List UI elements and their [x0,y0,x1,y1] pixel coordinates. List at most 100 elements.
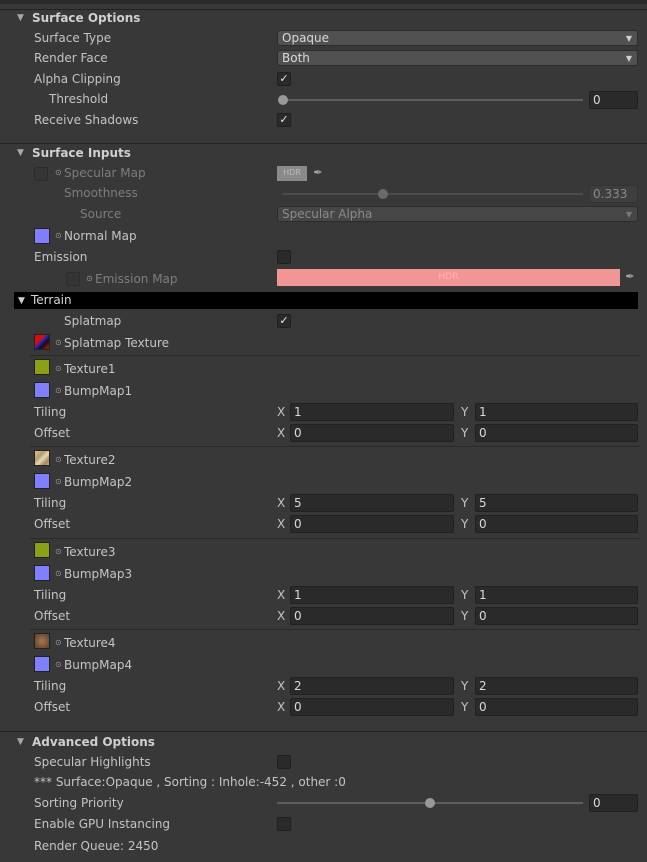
tiling-label: Tiling [34,588,67,602]
smoothness-label: Smoothness [64,186,138,200]
checkmark-icon: ✓ [279,113,289,126]
texture-label: Texture1 [64,362,116,376]
source-dropdown[interactable]: Specular Alpha ▼ [277,206,638,222]
texture-thumbnail[interactable] [34,450,50,466]
tiling-x-input[interactable]: 1 [290,403,454,421]
sorting-priority-input[interactable]: 0 [589,794,638,812]
alpha-clipping-checkbox[interactable]: ✓ [277,72,291,86]
tiling-x-input[interactable]: 1 [290,586,454,604]
splatmap-texture-thumbnail[interactable] [34,334,50,350]
eyedropper-icon[interactable]: ✒ [622,269,638,285]
terrain-title[interactable]: Terrain [31,293,72,307]
tiling-x-axis-label: X [277,405,286,419]
object-picker-icon[interactable]: ⊙ [55,338,62,347]
bumpmap-thumbnail[interactable] [34,656,50,672]
foldout-triangle-down-icon[interactable]: ▼ [17,737,24,747]
object-picker-icon[interactable]: ⊙ [55,477,62,486]
threshold-input[interactable]: 0 [589,91,638,109]
chevron-down-icon: ▼ [625,54,632,63]
specular-map-slot[interactable] [34,167,48,181]
eyedropper-icon[interactable]: ✒ [310,165,326,181]
chevron-down-icon: ▼ [625,210,632,219]
section-title-surface-options[interactable]: Surface Options [32,11,140,25]
offset-y-input[interactable]: 0 [475,424,638,442]
tiling-y-input[interactable]: 2 [475,677,638,695]
normal-map-thumbnail[interactable] [34,228,50,244]
threshold-slider-handle[interactable] [278,95,288,105]
emission-map-slot[interactable] [66,272,80,286]
object-picker-icon[interactable]: ⊙ [55,638,62,647]
offset-label: Offset [34,426,71,440]
offset-x-input[interactable]: 0 [290,698,454,716]
object-picker-icon[interactable]: ⊙ [55,455,62,464]
tiling-x-input[interactable]: 5 [290,494,454,512]
render-face-dropdown[interactable]: Both ▼ [277,50,638,66]
alpha-clipping-label: Alpha Clipping [34,72,121,86]
emission-color-swatch[interactable]: HDR [277,269,620,286]
render-face-value: Both [282,51,310,65]
bumpmap-thumbnail[interactable] [34,473,50,489]
object-picker-icon[interactable]: ⊙ [55,386,62,395]
layer-separator [30,629,640,630]
tiling-y-axis-label: Y [461,679,469,693]
splatmap-label: Splatmap [64,314,122,328]
layer-separator [30,446,640,447]
tiling-y-input[interactable]: 1 [475,586,638,604]
chevron-down-icon: ▼ [625,34,632,43]
texture-label: Texture3 [64,545,116,559]
texture-label: Texture2 [64,453,116,467]
smoothness-input[interactable]: 0.333 [589,185,638,203]
smoothness-slider-handle[interactable] [377,189,388,199]
foldout-triangle-down-icon[interactable]: ▼ [17,148,24,158]
gpu-instancing-checkbox[interactable] [277,817,291,831]
bumpmap-thumbnail[interactable] [34,382,50,398]
object-picker-icon[interactable]: ⊙ [55,168,62,177]
tiling-y-input[interactable]: 5 [475,494,638,512]
bumpmap-thumbnail[interactable] [34,565,50,581]
specular-color-swatch[interactable]: HDR [277,166,307,181]
foldout-triangle-down-icon[interactable]: ▼ [17,13,24,23]
tiling-y-axis-label: Y [461,496,469,510]
section-separator [0,731,647,732]
tiling-y-axis-label: Y [461,405,469,419]
texture-thumbnail[interactable] [34,633,50,649]
smoothness-slider-track[interactable] [283,193,583,195]
offset-x-input[interactable]: 0 [290,607,454,625]
top-edge [0,0,647,4]
threshold-slider-track[interactable] [283,99,583,101]
texture-thumbnail[interactable] [34,359,50,375]
checkmark-icon: ✓ [279,314,289,327]
terrain-header-bar[interactable] [14,292,638,309]
object-picker-icon[interactable]: ⊙ [86,274,93,283]
offset-label: Offset [34,517,71,531]
source-label: Source [80,207,122,221]
object-picker-icon[interactable]: ⊙ [55,660,62,669]
offset-x-axis-label: X [277,700,286,714]
offset-y-input[interactable]: 0 [475,515,638,533]
section-separator [0,143,647,144]
sorting-priority-slider-handle[interactable] [425,798,435,808]
object-picker-icon[interactable]: ⊙ [55,547,62,556]
object-picker-icon[interactable]: ⊙ [55,569,62,578]
texture-thumbnail[interactable] [34,542,50,558]
specular-highlights-checkbox[interactable] [277,755,291,769]
offset-y-input[interactable]: 0 [475,607,638,625]
splatmap-checkbox[interactable]: ✓ [277,314,291,328]
section-title-advanced-options[interactable]: Advanced Options [32,735,155,749]
object-picker-icon[interactable]: ⊙ [55,231,62,240]
offset-y-input[interactable]: 0 [475,698,638,716]
offset-x-input[interactable]: 0 [290,424,454,442]
tiling-x-input[interactable]: 2 [290,677,454,695]
tiling-y-input[interactable]: 1 [475,403,638,421]
bumpmap-label: BumpMap4 [64,658,133,672]
object-picker-icon[interactable]: ⊙ [55,364,62,373]
emission-checkbox[interactable] [277,250,291,264]
offset-y-axis-label: Y [461,426,469,440]
offset-x-input[interactable]: 0 [290,515,454,533]
sorting-priority-label: Sorting Priority [34,796,124,810]
tiling-x-axis-label: X [277,588,286,602]
receive-shadows-checkbox[interactable]: ✓ [277,113,291,127]
section-title-surface-inputs[interactable]: Surface Inputs [32,146,131,160]
foldout-triangle-down-icon[interactable]: ▼ [18,296,25,306]
surface-type-dropdown[interactable]: Opaque ▼ [277,30,638,46]
